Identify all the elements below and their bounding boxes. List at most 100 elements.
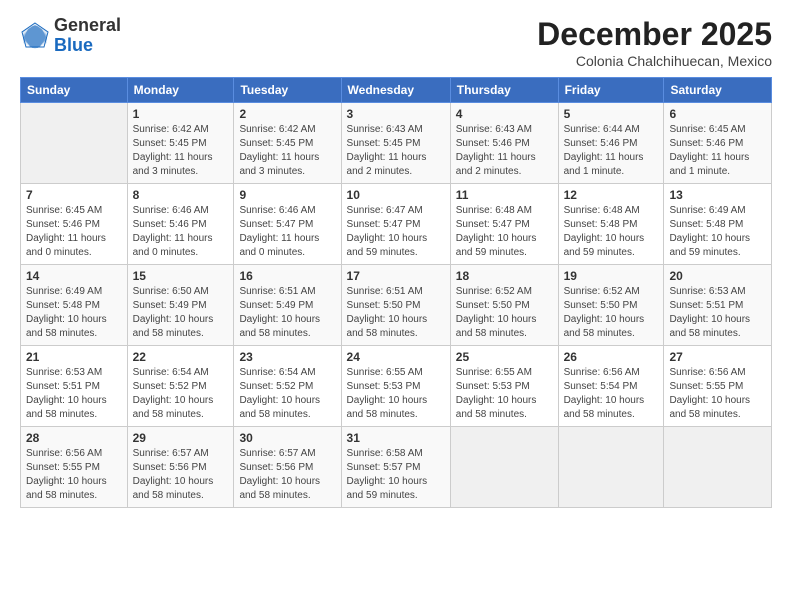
day-number: 16 bbox=[239, 269, 335, 283]
day-info: Sunrise: 6:42 AM Sunset: 5:45 PM Dayligh… bbox=[239, 123, 335, 179]
weekday-header-friday: Friday bbox=[558, 78, 664, 103]
calendar-cell: 17 Sunrise: 6:51 AM Sunset: 5:50 PM Dayli… bbox=[341, 265, 450, 346]
calendar-cell: 9Sunrise: 6:46 AM Sunset: 5:47 PM Daylig… bbox=[234, 184, 341, 265]
weekday-header-thursday: Thursday bbox=[450, 78, 558, 103]
weekday-header-saturday: Saturday bbox=[664, 78, 772, 103]
day-info: Sunrise: 6:45 AM Sunset: 5:46 PM Dayligh… bbox=[26, 204, 122, 260]
calendar-cell bbox=[21, 103, 128, 184]
day-number: 13 bbox=[669, 188, 766, 202]
month-title: December 2025 bbox=[537, 16, 772, 53]
day-number: 11 bbox=[456, 188, 553, 202]
day-info: Sunrise: 6:58 AM Sunset: 5:57 PM Dayligh… bbox=[347, 447, 445, 503]
page-container: General Blue December 2025 Colonia Chalc… bbox=[0, 0, 792, 612]
calendar-cell bbox=[558, 427, 664, 508]
day-number: 7 bbox=[26, 188, 122, 202]
day-number: 22 bbox=[133, 350, 229, 364]
day-info: Sunrise: 6:49 AM Sunset: 5:48 PM Dayligh… bbox=[26, 285, 122, 341]
day-info: Sunrise: 6:48 AM Sunset: 5:48 PM Dayligh… bbox=[564, 204, 659, 260]
header: General Blue December 2025 Colonia Chalc… bbox=[20, 16, 772, 69]
day-info: Sunrise: 6:55 AM Sunset: 5:53 PM Dayligh… bbox=[456, 366, 553, 422]
calendar-cell: 13Sunrise: 6:49 AM Sunset: 5:48 PM Dayli… bbox=[664, 184, 772, 265]
day-info: Sunrise: 6:42 AM Sunset: 5:45 PM Dayligh… bbox=[133, 123, 229, 179]
calendar-cell: 4 Sunrise: 6:43 AM Sunset: 5:46 PM Daylig… bbox=[450, 103, 558, 184]
day-number: 25 bbox=[456, 350, 553, 364]
calendar-cell: 10 Sunrise: 6:47 AM Sunset: 5:47 PM Dayli… bbox=[341, 184, 450, 265]
calendar-cell: 30Sunrise: 6:57 AM Sunset: 5:56 PM Dayli… bbox=[234, 427, 341, 508]
weekday-header-monday: Monday bbox=[127, 78, 234, 103]
day-number: 8 bbox=[133, 188, 229, 202]
calendar-cell: 2 Sunrise: 6:42 AM Sunset: 5:45 PM Daylig… bbox=[234, 103, 341, 184]
day-info: Sunrise: 6:54 AM Sunset: 5:52 PM Dayligh… bbox=[133, 366, 229, 422]
day-number: 26 bbox=[564, 350, 659, 364]
calendar-cell: 16 Sunrise: 6:51 AM Sunset: 5:49 PM Dayli… bbox=[234, 265, 341, 346]
day-number: 30 bbox=[239, 431, 335, 445]
day-number: 5 bbox=[564, 107, 659, 121]
calendar-cell: 26 Sunrise: 6:56 AM Sunset: 5:54 PM Dayli… bbox=[558, 346, 664, 427]
calendar-table: SundayMondayTuesdayWednesdayThursdayFrid… bbox=[20, 77, 772, 508]
weekday-header-tuesday: Tuesday bbox=[234, 78, 341, 103]
calendar-cell bbox=[450, 427, 558, 508]
calendar-cell: 3Sunrise: 6:43 AM Sunset: 5:45 PM Daylig… bbox=[341, 103, 450, 184]
calendar-week-row: 14 Sunrise: 6:49 AM Sunset: 5:48 PM Dayli… bbox=[21, 265, 772, 346]
calendar-cell: 20Sunrise: 6:53 AM Sunset: 5:51 PM Dayli… bbox=[664, 265, 772, 346]
calendar-cell: 31 Sunrise: 6:58 AM Sunset: 5:57 PM Dayli… bbox=[341, 427, 450, 508]
day-number: 12 bbox=[564, 188, 659, 202]
calendar-cell: 8 Sunrise: 6:46 AM Sunset: 5:46 PM Daylig… bbox=[127, 184, 234, 265]
calendar-cell: 22 Sunrise: 6:54 AM Sunset: 5:52 PM Dayli… bbox=[127, 346, 234, 427]
day-number: 23 bbox=[239, 350, 335, 364]
day-info: Sunrise: 6:48 AM Sunset: 5:47 PM Dayligh… bbox=[456, 204, 553, 260]
day-number: 28 bbox=[26, 431, 122, 445]
day-info: Sunrise: 6:56 AM Sunset: 5:54 PM Dayligh… bbox=[564, 366, 659, 422]
day-number: 1 bbox=[133, 107, 229, 121]
day-number: 21 bbox=[26, 350, 122, 364]
calendar-cell: 29Sunrise: 6:57 AM Sunset: 5:56 PM Dayli… bbox=[127, 427, 234, 508]
day-number: 17 bbox=[347, 269, 445, 283]
day-info: Sunrise: 6:53 AM Sunset: 5:51 PM Dayligh… bbox=[26, 366, 122, 422]
day-info: Sunrise: 6:43 AM Sunset: 5:46 PM Dayligh… bbox=[456, 123, 553, 179]
logo: General Blue bbox=[20, 16, 121, 56]
calendar-cell: 6Sunrise: 6:45 AM Sunset: 5:46 PM Daylig… bbox=[664, 103, 772, 184]
day-number: 27 bbox=[669, 350, 766, 364]
day-info: Sunrise: 6:52 AM Sunset: 5:50 PM Dayligh… bbox=[456, 285, 553, 341]
day-number: 31 bbox=[347, 431, 445, 445]
day-number: 10 bbox=[347, 188, 445, 202]
day-number: 15 bbox=[133, 269, 229, 283]
calendar-cell: 19Sunrise: 6:52 AM Sunset: 5:50 PM Dayli… bbox=[558, 265, 664, 346]
subtitle: Colonia Chalchihuecan, Mexico bbox=[537, 53, 772, 69]
day-number: 2 bbox=[239, 107, 335, 121]
calendar-cell: 15 Sunrise: 6:50 AM Sunset: 5:49 PM Dayli… bbox=[127, 265, 234, 346]
day-number: 4 bbox=[456, 107, 553, 121]
calendar-cell: 12 Sunrise: 6:48 AM Sunset: 5:48 PM Dayli… bbox=[558, 184, 664, 265]
day-info: Sunrise: 6:46 AM Sunset: 5:47 PM Dayligh… bbox=[239, 204, 335, 260]
calendar-cell: 21 Sunrise: 6:53 AM Sunset: 5:51 PM Dayli… bbox=[21, 346, 128, 427]
day-info: Sunrise: 6:54 AM Sunset: 5:52 PM Dayligh… bbox=[239, 366, 335, 422]
calendar-cell bbox=[664, 427, 772, 508]
day-number: 6 bbox=[669, 107, 766, 121]
title-block: December 2025 Colonia Chalchihuecan, Mex… bbox=[537, 16, 772, 69]
weekday-header-wednesday: Wednesday bbox=[341, 78, 450, 103]
calendar-week-row: 28Sunrise: 6:56 AM Sunset: 5:55 PM Dayli… bbox=[21, 427, 772, 508]
day-info: Sunrise: 6:53 AM Sunset: 5:51 PM Dayligh… bbox=[669, 285, 766, 341]
calendar-cell: 23 Sunrise: 6:54 AM Sunset: 5:52 PM Dayli… bbox=[234, 346, 341, 427]
day-number: 24 bbox=[347, 350, 445, 364]
day-info: Sunrise: 6:50 AM Sunset: 5:49 PM Dayligh… bbox=[133, 285, 229, 341]
day-number: 3 bbox=[347, 107, 445, 121]
calendar-cell: 25 Sunrise: 6:55 AM Sunset: 5:53 PM Dayli… bbox=[450, 346, 558, 427]
day-info: Sunrise: 6:51 AM Sunset: 5:50 PM Dayligh… bbox=[347, 285, 445, 341]
calendar-cell: 27Sunrise: 6:56 AM Sunset: 5:55 PM Dayli… bbox=[664, 346, 772, 427]
calendar-cell: 1 Sunrise: 6:42 AM Sunset: 5:45 PM Daylig… bbox=[127, 103, 234, 184]
calendar-cell: 11 Sunrise: 6:48 AM Sunset: 5:47 PM Dayli… bbox=[450, 184, 558, 265]
day-number: 19 bbox=[564, 269, 659, 283]
day-info: Sunrise: 6:46 AM Sunset: 5:46 PM Dayligh… bbox=[133, 204, 229, 260]
day-info: Sunrise: 6:51 AM Sunset: 5:49 PM Dayligh… bbox=[239, 285, 335, 341]
day-number: 29 bbox=[133, 431, 229, 445]
calendar-cell: 14 Sunrise: 6:49 AM Sunset: 5:48 PM Dayli… bbox=[21, 265, 128, 346]
day-info: Sunrise: 6:55 AM Sunset: 5:53 PM Dayligh… bbox=[347, 366, 445, 422]
day-info: Sunrise: 6:44 AM Sunset: 5:46 PM Dayligh… bbox=[564, 123, 659, 179]
day-info: Sunrise: 6:47 AM Sunset: 5:47 PM Dayligh… bbox=[347, 204, 445, 260]
calendar-body: 1 Sunrise: 6:42 AM Sunset: 5:45 PM Daylig… bbox=[21, 103, 772, 508]
calendar-week-row: 1 Sunrise: 6:42 AM Sunset: 5:45 PM Daylig… bbox=[21, 103, 772, 184]
day-number: 18 bbox=[456, 269, 553, 283]
calendar-cell: 28Sunrise: 6:56 AM Sunset: 5:55 PM Dayli… bbox=[21, 427, 128, 508]
day-number: 14 bbox=[26, 269, 122, 283]
